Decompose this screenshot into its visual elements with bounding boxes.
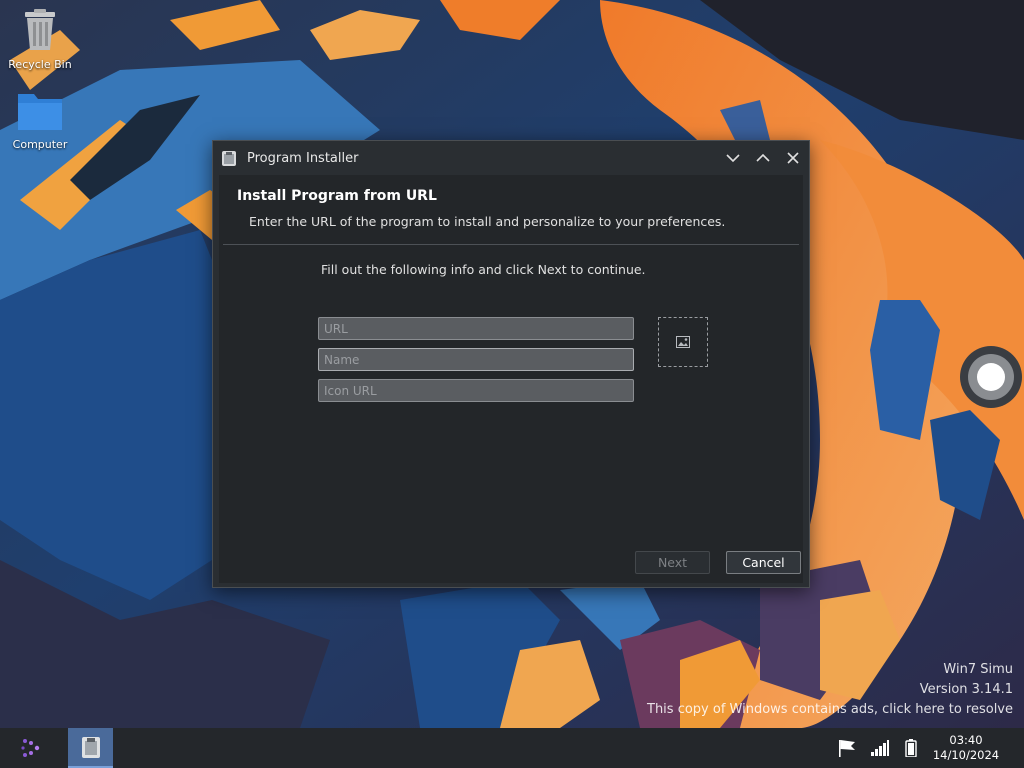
- taskbar: 03:40 14/10/2024: [0, 728, 1024, 768]
- tray-notifications[interactable]: [836, 738, 858, 758]
- watermark-line-1: Win7 Simu: [943, 662, 1013, 677]
- dialog-title: Program Installer: [247, 151, 359, 166]
- dialog-heading: Install Program from URL: [237, 188, 437, 204]
- close-button[interactable]: [781, 146, 805, 170]
- floating-action-button[interactable]: [960, 346, 1022, 408]
- chevron-down-icon: [726, 154, 740, 163]
- icon-url-input[interactable]: [318, 379, 634, 402]
- installer-app-icon: [222, 151, 236, 166]
- desktop-icon-computer[interactable]: Computer: [0, 88, 80, 151]
- dialog-instruction: Fill out the following info and click Ne…: [321, 262, 646, 277]
- url-input[interactable]: [318, 317, 634, 340]
- watermark-line-3: This copy of Windows contains ads, click…: [647, 702, 1013, 717]
- close-icon: [787, 152, 799, 164]
- dialog-content: Install Program from URL Enter the URL o…: [219, 175, 803, 583]
- start-button[interactable]: [14, 736, 46, 760]
- dialog-titlebar[interactable]: Program Installer: [213, 141, 809, 175]
- image-placeholder-icon: [676, 336, 690, 348]
- clock-time: 03:40: [949, 733, 983, 747]
- tray-battery[interactable]: [900, 738, 922, 758]
- installer-app-icon: [81, 737, 100, 758]
- battery-icon: [905, 739, 917, 757]
- program-installer-dialog: Program Installer Install Program from U…: [212, 140, 810, 588]
- recycle-bin-icon: [25, 9, 55, 50]
- icon-preview[interactable]: [658, 317, 708, 367]
- name-input[interactable]: [318, 348, 634, 371]
- maximize-button[interactable]: [751, 146, 775, 170]
- next-button[interactable]: Next: [635, 551, 710, 574]
- taskbar-clock[interactable]: 03:40 14/10/2024: [926, 733, 1006, 763]
- desktop-icon-recycle-bin[interactable]: Recycle Bin: [0, 8, 80, 71]
- tray-network[interactable]: [869, 738, 891, 758]
- folder-icon: [18, 94, 62, 130]
- chevron-up-icon: [756, 153, 770, 162]
- activation-watermark[interactable]: Win7 Simu Version 3.14.1 This copy of Wi…: [647, 660, 1013, 720]
- start-menu-icon: [21, 739, 40, 757]
- taskbar-item-program-installer[interactable]: [68, 728, 113, 768]
- clock-date: 14/10/2024: [932, 748, 1000, 762]
- desktop: Recycle Bin Computer Win7 Simu Version 3…: [0, 0, 1024, 728]
- watermark-line-2: Version 3.14.1: [919, 682, 1013, 697]
- desktop-icon-label: Computer: [12, 138, 68, 151]
- dialog-subtext: Enter the URL of the program to install …: [249, 214, 726, 229]
- flag-icon: [839, 740, 855, 757]
- cancel-button[interactable]: Cancel: [726, 551, 801, 574]
- minimize-button[interactable]: [721, 146, 745, 170]
- signal-strength-icon: [871, 740, 889, 756]
- circle-button-icon: [960, 346, 1022, 408]
- desktop-icon-label: Recycle Bin: [8, 58, 72, 71]
- header-divider: [223, 244, 799, 245]
